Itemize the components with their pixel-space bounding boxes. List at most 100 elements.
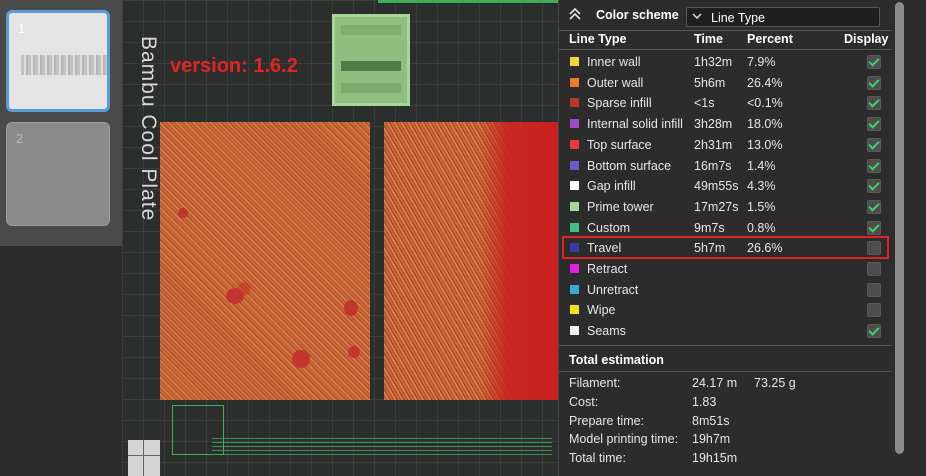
column-header-time: Time <box>694 32 723 46</box>
line-type-row: Retract <box>559 259 893 279</box>
line-type-percent: 26.4% <box>747 75 783 90</box>
line-type-percent: 18.0% <box>747 117 783 132</box>
display-checkbox[interactable] <box>867 179 881 194</box>
plate-thumbnail-1[interactable]: 1 <box>6 10 110 112</box>
line-type-percent: <0.1% <box>747 96 783 111</box>
skirt-lines <box>212 438 552 456</box>
color-swatch <box>570 284 579 294</box>
prime-tower-model[interactable] <box>332 14 410 106</box>
display-checkbox[interactable] <box>867 324 881 339</box>
color-swatch <box>570 326 579 336</box>
line-type-label: Internal solid infill <box>587 117 683 132</box>
line-type-time: 17m27s <box>694 199 739 214</box>
line-type-row: Seams <box>559 321 893 341</box>
divider <box>559 371 893 372</box>
view-cube[interactable] <box>128 440 160 476</box>
column-header-line-type: Line Type <box>569 32 627 46</box>
line-type-label: Inner wall <box>587 55 641 69</box>
display-checkbox[interactable] <box>867 262 881 276</box>
color-swatch <box>570 160 579 170</box>
line-type-time: 3h28m <box>694 117 733 132</box>
plate-name-label: Bambu Cool Plate <box>134 36 160 241</box>
color-scheme-label: Color scheme <box>596 8 679 22</box>
color-scheme-dropdown[interactable]: Line Type <box>686 7 880 27</box>
estimation-value-secondary: 73.25 g <box>754 376 796 390</box>
line-type-time: 16m7s <box>694 158 732 173</box>
display-checkbox[interactable] <box>867 220 881 235</box>
line-type-percent: 0.8% <box>747 220 776 235</box>
line-type-label: Outer wall <box>587 75 644 90</box>
estimation-label: Cost: <box>569 394 599 409</box>
line-type-label: Top surface <box>587 137 652 152</box>
surface-blot <box>344 300 358 316</box>
divider <box>559 345 893 346</box>
model-object-2[interactable] <box>384 122 558 400</box>
line-type-row: Internal solid infill 3h28m 18.0% <box>559 114 893 134</box>
3d-viewport[interactable]: Bambu Cool Plate version: 1.6.2 <box>122 0 558 476</box>
line-type-row: Unretract <box>559 280 893 300</box>
estimation-row: Filament: 24.17 m 73.25 g <box>569 376 869 390</box>
slicer-preview-window: 1 2 Bambu Cool Plate version: 1.6.2 Colo… <box>0 0 926 476</box>
line-type-time: 5h6m <box>694 75 726 90</box>
divider <box>559 30 893 31</box>
color-scheme-header: Color scheme Line Type <box>559 0 893 30</box>
estimation-row: Total time: 19h15m <box>569 451 869 465</box>
color-swatch <box>570 181 579 191</box>
panel-scrollbar[interactable] <box>892 0 926 476</box>
display-checkbox[interactable] <box>867 137 881 152</box>
line-type-time: 2h31m <box>694 137 733 152</box>
estimation-row: Model printing time: 19h7m <box>569 432 869 446</box>
display-checkbox[interactable] <box>867 117 881 132</box>
estimation-value: 19h15m <box>692 451 738 466</box>
color-scheme-value: Line Type <box>711 11 765 25</box>
version-label: version: 1.6.2 <box>170 55 298 77</box>
display-checkbox[interactable] <box>867 55 881 69</box>
plate-thumbnail-2[interactable]: 2 <box>6 122 110 226</box>
line-type-row: Custom 9m7s 0.8% <box>559 218 893 238</box>
line-type-row: Inner wall 1h32m 7.9% <box>559 52 893 72</box>
estimation-label: Filament: <box>569 376 621 390</box>
line-type-time: 49m55s <box>694 179 739 194</box>
display-checkbox[interactable] <box>867 303 881 318</box>
line-type-label: Custom <box>587 220 631 235</box>
model-object-1[interactable] <box>160 122 370 400</box>
color-swatch <box>570 139 579 149</box>
chevron-double-up-icon[interactable] <box>568 7 582 21</box>
line-type-time: 1h32m <box>694 55 733 69</box>
surface-blot <box>292 350 310 368</box>
color-swatch <box>570 222 579 232</box>
color-swatch <box>570 201 579 211</box>
display-checkbox[interactable] <box>867 199 881 214</box>
display-checkbox[interactable] <box>867 75 881 90</box>
line-type-percent: 7.9% <box>747 55 776 69</box>
line-type-time: 9m7s <box>694 220 725 235</box>
estimation-value: 24.17 m <box>692 376 738 390</box>
estimation-row: Prepare time: 8m51s <box>569 414 869 428</box>
line-type-row: Top surface 2h31m 13.0% <box>559 135 893 155</box>
color-swatch <box>570 119 579 129</box>
line-type-label: Retract <box>587 262 628 276</box>
display-checkbox[interactable] <box>867 158 881 173</box>
total-estimation-title: Total estimation <box>569 353 664 367</box>
display-checkbox[interactable] <box>867 282 881 297</box>
estimation-label: Model printing time: <box>569 432 679 447</box>
color-swatch <box>570 305 579 315</box>
bed-edge-line <box>378 0 558 3</box>
plate-number: 2 <box>16 131 24 146</box>
estimation-label: Prepare time: <box>569 413 645 428</box>
line-type-row: Wipe <box>559 300 893 320</box>
scrollbar-thumb[interactable] <box>895 2 904 454</box>
column-header-display: Display <box>844 32 889 46</box>
display-checkbox[interactable] <box>867 96 881 111</box>
legend-panel: Color scheme Line Type Line Type Time Pe… <box>558 0 893 476</box>
line-type-label: Gap infill <box>587 179 636 194</box>
surface-blot <box>226 288 244 304</box>
plate-number: 1 <box>18 21 26 36</box>
color-swatch <box>570 98 579 108</box>
line-type-percent: 4.3% <box>747 179 776 194</box>
line-type-label: Wipe <box>587 303 616 318</box>
estimation-value: 8m51s <box>692 413 730 428</box>
color-swatch <box>570 264 579 273</box>
line-type-label: Unretract <box>587 282 639 297</box>
surface-blot <box>178 208 188 218</box>
